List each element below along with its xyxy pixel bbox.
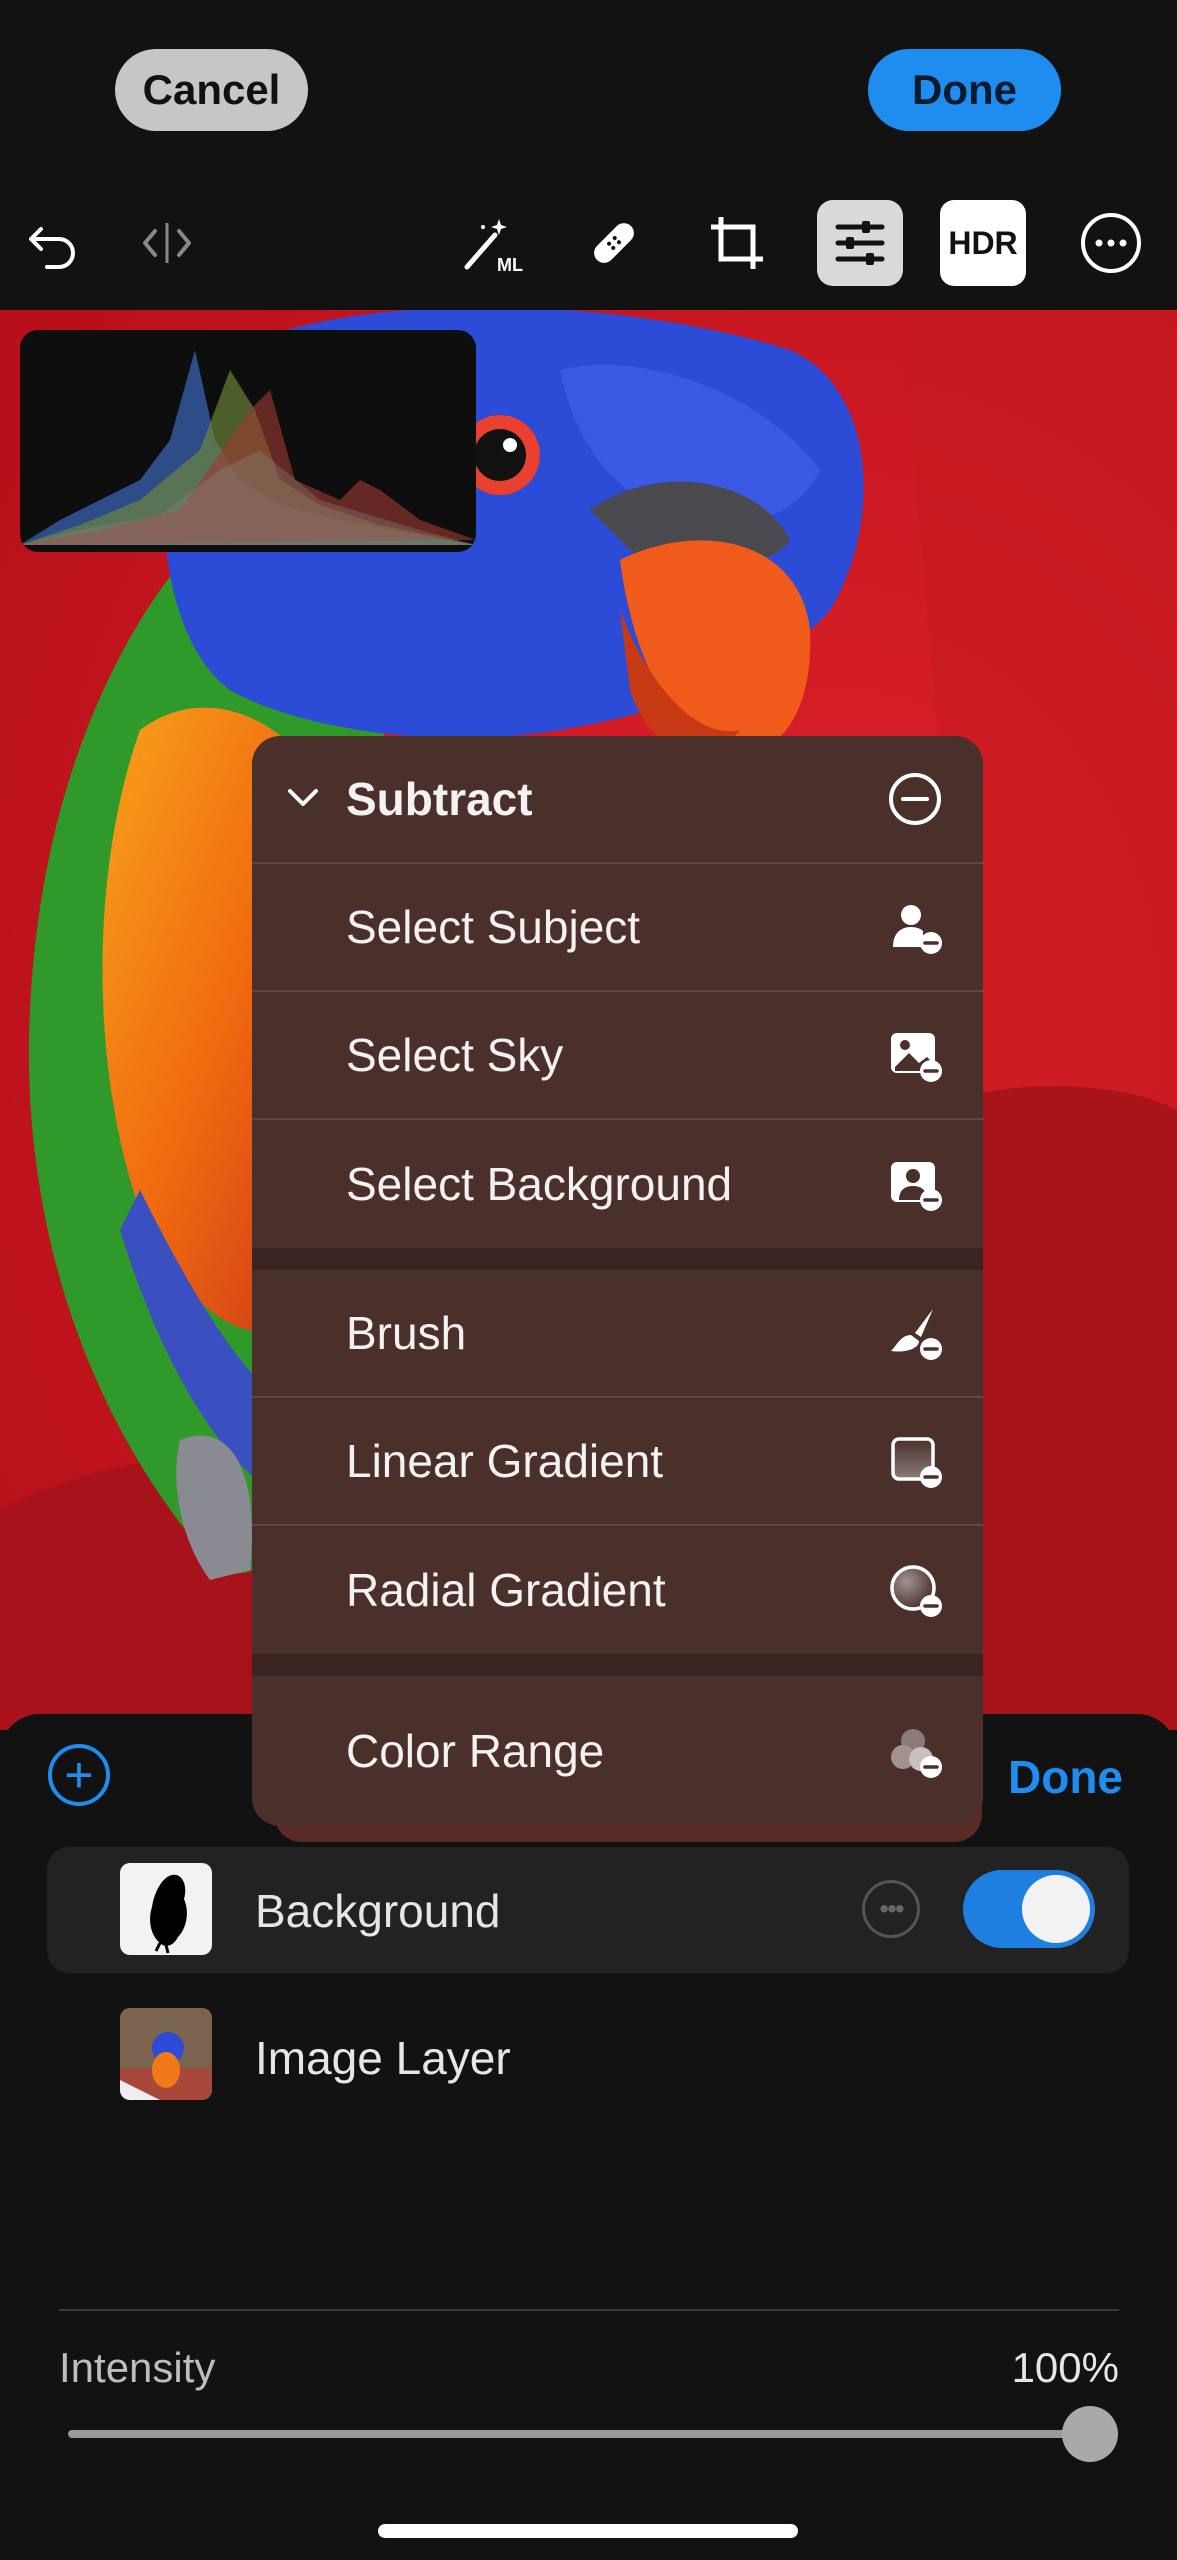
linear-gradient-subtract-icon	[891, 1437, 942, 1488]
menu-item-brush[interactable]: Brush	[252, 1270, 983, 1398]
panel-done-button[interactable]: Done	[1008, 1750, 1123, 1804]
menu-item-linear-gradient[interactable]: Linear Gradient	[252, 1398, 983, 1526]
toggle-knob	[1022, 1875, 1090, 1943]
chevron-down-icon	[288, 789, 318, 806]
menu-item-color-range[interactable]: Color Range	[252, 1676, 983, 1826]
heal-icon[interactable]	[571, 200, 657, 286]
menu-separator	[252, 1248, 983, 1270]
intensity-slider-knob[interactable]	[1062, 2406, 1118, 2462]
radial-gradient-subtract-icon	[890, 1565, 942, 1617]
hdr-toggle[interactable]: HDR	[940, 200, 1026, 286]
plus-icon: +	[64, 1747, 94, 1803]
brush-subtract-icon	[891, 1309, 942, 1360]
menu-item-label: Color Range	[346, 1725, 605, 1777]
crop-icon[interactable]	[694, 200, 780, 286]
layer-name-background: Background	[255, 1885, 501, 1937]
adjust-icon[interactable]	[817, 200, 903, 286]
menu-item-select-subject[interactable]: Select Subject	[252, 864, 983, 992]
menu-item-label: Brush	[346, 1307, 467, 1359]
menu-header-subtract[interactable]: Subtract	[252, 736, 983, 864]
color-range-subtract-icon	[891, 1729, 942, 1778]
sky-subtract-icon	[891, 1033, 942, 1082]
cancel-button[interactable]: Cancel	[115, 49, 308, 131]
ml-label: ML	[497, 255, 523, 275]
subject-subtract-icon	[893, 905, 942, 954]
layer-name-image: Image Layer	[255, 2032, 511, 2084]
divider	[59, 2309, 1119, 2311]
more-icon[interactable]	[1068, 200, 1154, 286]
menu-item-select-sky[interactable]: Select Sky	[252, 992, 983, 1120]
add-layer-button[interactable]: +	[48, 1744, 110, 1806]
background-mask-thumbnail	[120, 1863, 212, 1955]
home-indicator	[378, 2524, 798, 2538]
layer-more-icon[interactable]: •••	[862, 1880, 920, 1938]
menu-item-label: Select Subject	[346, 901, 641, 953]
menu-item-label: Radial Gradient	[346, 1564, 666, 1616]
menu-item-radial-gradient[interactable]: Radial Gradient	[252, 1526, 983, 1654]
menu-item-label: Select Sky	[346, 1029, 564, 1081]
auto-ml-icon[interactable]: ML	[448, 200, 534, 286]
layer-visibility-toggle[interactable]	[963, 1870, 1095, 1948]
compare-icon[interactable]	[124, 200, 210, 286]
menu-separator	[252, 1654, 983, 1676]
intensity-slider[interactable]	[68, 2430, 1090, 2438]
menu-item-label: Linear Gradient	[346, 1435, 664, 1487]
undo-icon[interactable]	[10, 200, 96, 286]
done-button[interactable]: Done	[868, 49, 1061, 131]
histogram	[20, 330, 476, 552]
image-layer-thumbnail	[120, 2008, 212, 2100]
subtract-menu: Subtract Select Subject Select Sky Selec…	[252, 736, 983, 1826]
background-subtract-icon	[891, 1162, 942, 1211]
intensity-label: Intensity	[59, 2344, 216, 2391]
menu-header-label: Subtract	[346, 773, 533, 825]
menu-item-label: Select Background	[346, 1158, 733, 1210]
menu-item-select-background[interactable]: Select Background	[252, 1120, 983, 1248]
minus-circle-icon	[889, 773, 941, 825]
intensity-value: 100%	[1011, 2344, 1119, 2391]
